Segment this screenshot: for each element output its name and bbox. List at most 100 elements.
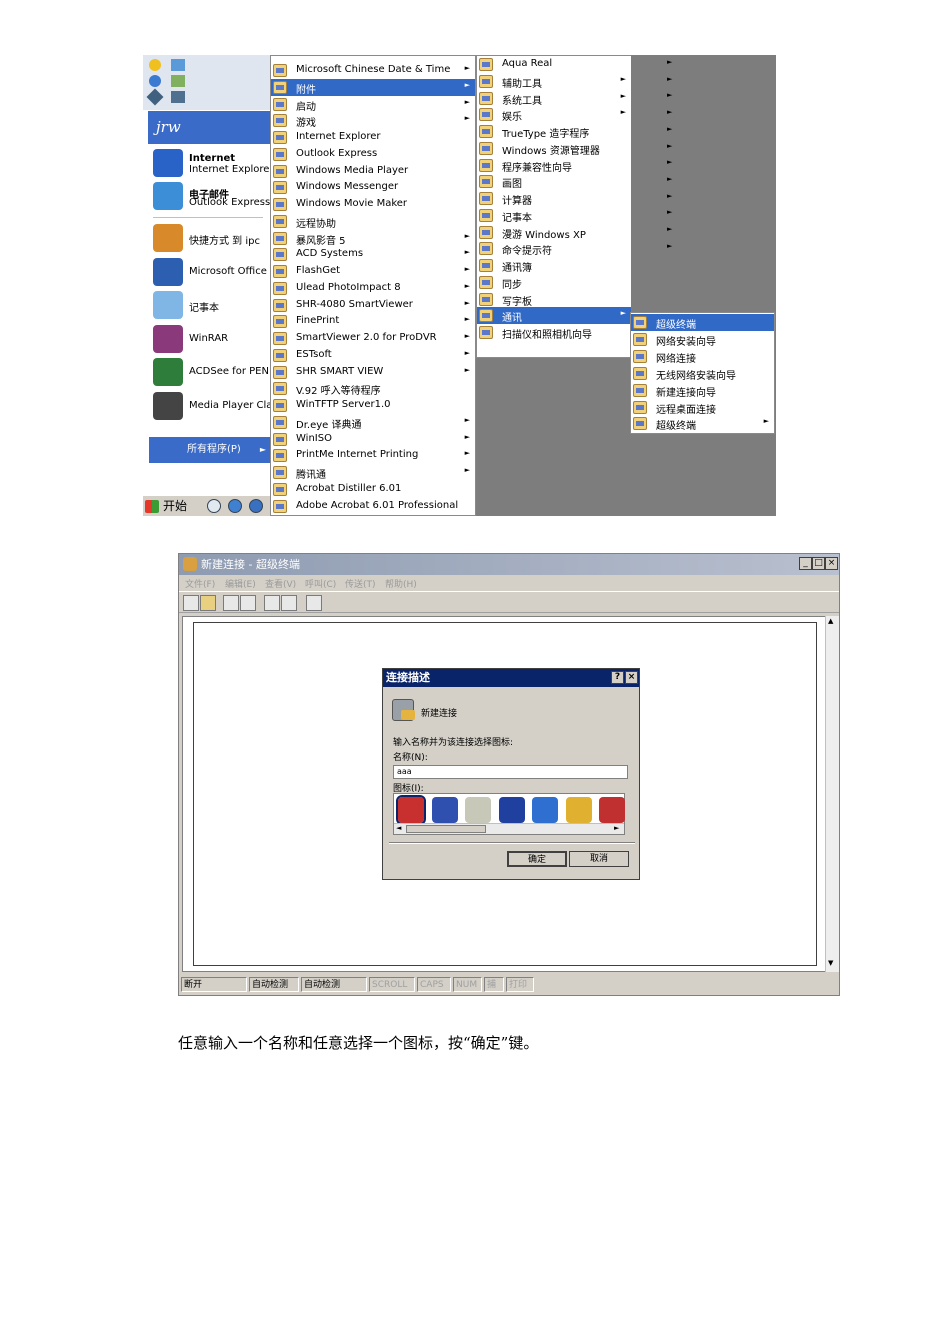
menu-item[interactable]: FlashGet ► — [271, 263, 475, 280]
menu-item[interactable]: WinISO ► — [271, 431, 475, 448]
menu-item[interactable]: 网络安装向导 — [631, 331, 774, 348]
menu-item[interactable]: PrintMe Internet Printing ► — [271, 447, 475, 464]
menu-item[interactable]: 远程协助 — [271, 213, 475, 230]
recent-item[interactable]: 记事本 — [153, 289, 269, 321]
menu-item[interactable]: ESTsoft ► — [271, 347, 475, 364]
recent-item[interactable]: Media Player Cla — [153, 390, 272, 422]
all-programs-button[interactable]: 所有程序(P) ► — [149, 437, 270, 463]
menu-3[interactable]: 呼叫(C) — [305, 577, 336, 590]
menu-item[interactable]: 漫游 Windows XP — [477, 224, 631, 241]
menu-item[interactable]: 辅助工具 ► — [477, 73, 631, 90]
menu-item[interactable]: SmartViewer 2.0 for ProDVR ► — [271, 330, 475, 347]
scroll-left-icon[interactable]: ◄ — [396, 824, 401, 832]
menu-item[interactable]: FinePrint ► — [271, 313, 475, 330]
menu-item[interactable]: 超级终端 ► — [631, 415, 774, 432]
menu-item[interactable]: Dr.eye 译典通 ► — [271, 414, 475, 431]
name-input[interactable]: aaa — [393, 765, 628, 779]
menu-item[interactable]: 远程桌面连接 — [631, 399, 774, 416]
dialog-close-button[interactable]: × — [625, 671, 638, 684]
ie-icon[interactable] — [249, 499, 263, 513]
pinned-item[interactable]: Internet Internet Explore — [153, 147, 269, 179]
vertical-scrollbar[interactable]: ▲ ▼ — [825, 616, 839, 972]
menu-item[interactable]: 超级终端 — [631, 314, 774, 331]
menu-item[interactable]: 暴风影音 5 ► — [271, 230, 475, 247]
new-icon[interactable] — [183, 595, 199, 611]
menu-item[interactable]: Acrobat Distiller 6.01 — [271, 481, 475, 498]
menu-item[interactable]: 附件 ► — [271, 78, 475, 96]
menu-item[interactable]: Windows Messenger — [271, 179, 475, 196]
menu-item[interactable]: 程序兼容性向导 — [477, 157, 631, 174]
menu-item[interactable]: WinTFTP Server1.0 — [271, 397, 475, 414]
start-button[interactable]: 开始 — [145, 498, 197, 515]
horizontal-scrollbar[interactable]: ◄ ► — [394, 823, 624, 834]
menu-item[interactable]: 画图 — [477, 173, 631, 190]
menu-item[interactable]: Outlook Express — [271, 146, 475, 163]
menu-item[interactable]: Windows 资源管理器 — [477, 140, 631, 157]
printer-phone-icon[interactable] — [565, 797, 592, 823]
menu-item[interactable]: SHR-4080 SmartViewer ► — [271, 297, 475, 314]
menu-item[interactable]: TrueType 造字程序 — [477, 123, 631, 140]
close-button[interactable]: × — [825, 557, 838, 570]
menu-item[interactable]: Windows Media Player — [271, 163, 475, 180]
menu-item[interactable]: V.92 呼入等待程序 — [271, 380, 475, 397]
menu-item[interactable]: 扫描仪和照相机向导 — [477, 324, 631, 341]
menu-item[interactable]: Adobe Acrobat 6.01 Professional — [271, 498, 475, 515]
cancel-button[interactable]: 取消 — [569, 851, 629, 867]
menu-item[interactable]: 写字板 — [477, 291, 631, 308]
menu-item[interactable]: 新建连接向导 — [631, 382, 774, 399]
menu-item[interactable]: Ulead PhotoImpact 8 ► — [271, 280, 475, 297]
send-icon[interactable] — [264, 595, 280, 611]
open-icon[interactable] — [200, 595, 216, 611]
red-phone-icon[interactable] — [396, 795, 426, 825]
recent-item[interactable]: 快捷方式 到 ipc — [153, 222, 269, 254]
recent-item[interactable]: Microsoft Office — [153, 256, 269, 288]
menu-item[interactable]: 无线网络安装向导 — [631, 365, 774, 382]
scroll-up-icon[interactable]: ▲ — [828, 617, 833, 625]
scroll-thumb[interactable] — [406, 825, 486, 833]
media-icon[interactable] — [207, 499, 221, 513]
globe-phone-icon[interactable] — [431, 797, 458, 823]
menu-item[interactable]: 系统工具 ► — [477, 90, 631, 107]
minimize-button[interactable]: _ — [799, 557, 812, 570]
menu-item[interactable]: 启动 ► — [271, 96, 475, 113]
menu-0[interactable]: 文件(F) — [185, 577, 215, 590]
menu-item[interactable]: 记事本 — [477, 207, 631, 224]
menu-item[interactable]: 网络连接 — [631, 348, 774, 365]
menu-item[interactable]: Microsoft Chinese Date & Time ► — [271, 62, 475, 79]
disconnect-icon[interactable] — [240, 595, 256, 611]
menu-item[interactable]: SHR SMART VIEW ► — [271, 364, 475, 381]
menu-item[interactable]: 游戏 ► — [271, 112, 475, 129]
pinned-item[interactable]: 电子邮件 Outlook Express — [153, 180, 270, 212]
menu-item[interactable]: 腾讯通 ► — [271, 464, 475, 481]
menu-item[interactable]: ACD Systems ► — [271, 246, 475, 263]
globe-icon[interactable] — [532, 797, 558, 823]
help-button[interactable]: ? — [611, 671, 624, 684]
menu-item[interactable]: 娱乐 ► — [477, 106, 631, 123]
receive-icon[interactable] — [281, 595, 297, 611]
menu-4[interactable]: 传送(T) — [345, 577, 376, 590]
fax-phone-icon[interactable] — [465, 797, 491, 823]
satellite-icon[interactable] — [599, 797, 625, 823]
maximize-button[interactable]: □ — [812, 557, 825, 570]
ok-button[interactable]: 确定 — [507, 851, 567, 867]
menu-item[interactable]: 计算器 — [477, 190, 631, 207]
menu-item[interactable]: 通讯簿 — [477, 257, 631, 274]
menu-5[interactable]: 帮助(H) — [385, 577, 417, 590]
browser-icon[interactable] — [228, 499, 242, 513]
menu-item[interactable]: Aqua Real — [477, 56, 631, 73]
menu-item[interactable]: Windows Movie Maker — [271, 196, 475, 213]
menu-2[interactable]: 查看(V) — [265, 577, 296, 590]
menu-item[interactable]: 通讯 ► — [477, 307, 631, 325]
scroll-right-icon[interactable]: ► — [614, 824, 619, 832]
menu-1[interactable]: 编辑(E) — [225, 577, 256, 590]
properties-icon[interactable] — [306, 595, 322, 611]
menu-item[interactable]: Internet Explorer — [271, 129, 475, 146]
scroll-down-icon[interactable]: ▼ — [828, 959, 833, 967]
icon-list[interactable]: ◄ ► — [393, 793, 625, 835]
recent-item[interactable]: ACDSee for PEN — [153, 356, 269, 388]
menu-item[interactable]: 同步 — [477, 274, 631, 291]
recent-item[interactable]: WinRAR — [153, 323, 269, 355]
call-icon[interactable] — [223, 595, 239, 611]
menu-item[interactable]: 命令提示符 — [477, 240, 631, 257]
mci-phone-icon[interactable] — [498, 797, 525, 823]
